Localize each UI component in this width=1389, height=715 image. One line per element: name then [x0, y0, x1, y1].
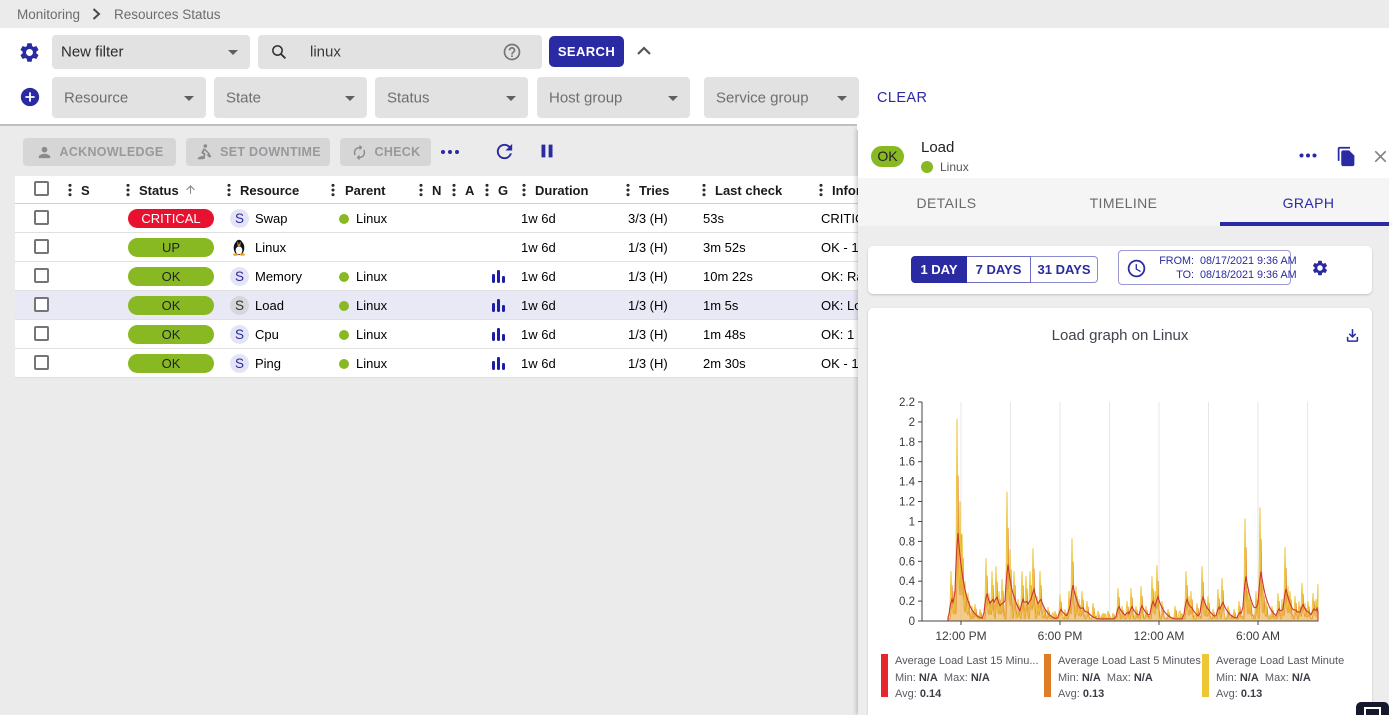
- svg-text:12:00 AM: 12:00 AM: [1134, 629, 1185, 641]
- svg-text:1.8: 1.8: [899, 437, 915, 449]
- svg-text:6:00 AM: 6:00 AM: [1236, 629, 1280, 641]
- svg-text:6:00 PM: 6:00 PM: [1038, 629, 1083, 641]
- svg-text:12:00 PM: 12:00 PM: [935, 629, 986, 641]
- svg-text:2: 2: [909, 417, 915, 429]
- svg-text:0.8: 0.8: [899, 536, 915, 548]
- svg-text:1.6: 1.6: [899, 457, 915, 469]
- svg-text:1: 1: [909, 517, 915, 529]
- svg-text:1.4: 1.4: [899, 477, 916, 489]
- svg-text:2.2: 2.2: [899, 397, 915, 409]
- svg-text:1.2: 1.2: [899, 497, 915, 509]
- svg-text:0: 0: [909, 616, 915, 628]
- svg-text:0.6: 0.6: [899, 556, 915, 568]
- svg-text:0.4: 0.4: [899, 576, 916, 588]
- svg-text:0.2: 0.2: [899, 596, 915, 608]
